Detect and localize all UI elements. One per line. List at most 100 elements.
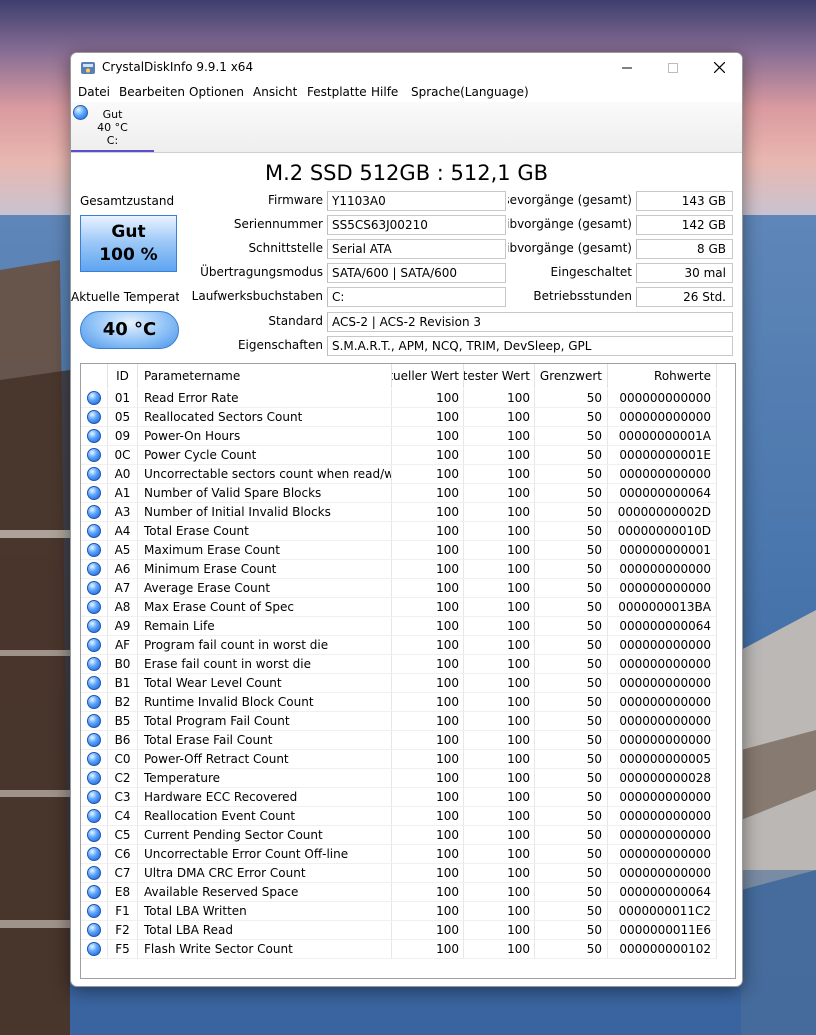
table-row[interactable]: A7 Average Erase Count 100 100 50 00000000000… <box>81 579 735 598</box>
table-row[interactable]: C5 Current Pending Sector Count 100 100 50 00… <box>81 826 735 845</box>
standard-field: ACS-2 | ACS-2 Revision 3 <box>327 312 733 332</box>
col-id[interactable]: ID <box>108 364 138 388</box>
raw-cell: 000000000000 <box>608 826 717 845</box>
table-row[interactable]: 09 Power-On Hours 100 100 50 00000000001A <box>81 427 735 446</box>
status-ok-icon <box>87 733 101 747</box>
table-row[interactable]: A1 Number of Valid Spare Blocks 100 100 50 00… <box>81 484 735 503</box>
table-row[interactable]: F2 Total LBA Read 100 100 50 0000000011E6 <box>81 921 735 940</box>
current-cell: 100 <box>392 465 464 484</box>
status-cell <box>81 484 108 503</box>
threshold-cell: 50 <box>535 541 608 560</box>
table-row[interactable]: C0 Power-Off Retract Count 100 100 50 0000000… <box>81 750 735 769</box>
table-row[interactable]: F5 Flash Write Sector Count 100 100 50 000000… <box>81 940 735 959</box>
table-row[interactable]: E8 Available Reserved Space 100 100 50 000000… <box>81 883 735 902</box>
drive-tab-status: Gut <box>102 108 123 121</box>
table-row[interactable]: B5 Total Program Fail Count 100 100 50 000000… <box>81 712 735 731</box>
status-cell <box>81 769 108 788</box>
close-button[interactable] <box>696 53 742 82</box>
status-ok-icon <box>87 790 101 804</box>
col-threshold[interactable]: Grenzwert <box>535 364 608 388</box>
menu-datei[interactable]: Datei <box>78 85 110 99</box>
status-ok-icon <box>87 486 101 500</box>
menu-festplatte[interactable]: Festplatte <box>307 85 367 99</box>
id-cell: B1 <box>108 674 138 693</box>
table-row[interactable]: 0C Power Cycle Count 100 100 50 00000000001E <box>81 446 735 465</box>
raw-cell: 000000000000 <box>608 864 717 883</box>
table-row[interactable]: 05 Reallocated Sectors Count 100 100 50 00000… <box>81 408 735 427</box>
raw-cell: 000000000000 <box>608 655 717 674</box>
table-row[interactable]: AF Program fail count in worst die 100 100 5… <box>81 636 735 655</box>
id-cell: 0C <box>108 446 138 465</box>
table-row[interactable]: B2 Runtime Invalid Block Count 100 100 50 000… <box>81 693 735 712</box>
menu-ansicht[interactable]: Ansicht <box>253 85 297 99</box>
menu-hilfe[interactable]: Hilfe <box>371 85 398 99</box>
health-status-box[interactable]: Gut 100 % <box>80 215 177 272</box>
current-cell: 100 <box>392 883 464 902</box>
table-row[interactable]: A5 Maximum Erase Count 100 100 50 00000000000… <box>81 541 735 560</box>
name-cell: Maximum Erase Count <box>138 541 392 560</box>
worst-cell: 100 <box>464 902 535 921</box>
status-cell <box>81 522 108 541</box>
table-row[interactable]: C3 Hardware ECC Recovered 100 100 50 00000000… <box>81 788 735 807</box>
title-bar[interactable]: CrystalDiskInfo 9.9.1 x64 <box>71 53 742 82</box>
id-cell: E8 <box>108 883 138 902</box>
table-row[interactable]: A3 Number of Initial Invalid Blocks 100 100… <box>81 503 735 522</box>
temperature-box[interactable]: 40 °C <box>80 311 179 349</box>
threshold-cell: 50 <box>535 750 608 769</box>
threshold-cell: 50 <box>535 826 608 845</box>
table-row[interactable]: C2 Temperature 100 100 50 000000000028 <box>81 769 735 788</box>
table-row[interactable]: A6 Minimum Erase Count 100 100 50 00000000000… <box>81 560 735 579</box>
table-row[interactable]: A0 Uncorrectable sectors count when read/… <box>81 465 735 484</box>
id-cell: F5 <box>108 940 138 959</box>
serial-label: Seriennummer <box>233 217 323 231</box>
drive-tab-c[interactable]: Gut 40 °C C: <box>71 102 154 152</box>
worst-cell: 100 <box>464 845 535 864</box>
raw-cell: 0000000011C2 <box>608 902 717 921</box>
menu-optionen[interactable]: Optionen <box>189 85 244 99</box>
temperature-label: Aktuelle Temperatur <box>71 290 179 304</box>
worst-cell: 100 <box>464 389 535 408</box>
id-cell: 09 <box>108 427 138 446</box>
table-row[interactable]: B1 Total Wear Level Count 100 100 50 00000000… <box>81 674 735 693</box>
table-row[interactable]: A9 Remain Life 100 100 50 000000000064 <box>81 617 735 636</box>
worst-cell: 100 <box>464 541 535 560</box>
worst-cell: 100 <box>464 503 535 522</box>
name-cell: Runtime Invalid Block Count <box>138 693 392 712</box>
current-cell: 100 <box>392 674 464 693</box>
table-row[interactable]: F1 Total LBA Written 100 100 50 0000000011C2 <box>81 902 735 921</box>
name-cell: Program fail count in worst die <box>138 636 392 655</box>
worst-cell: 100 <box>464 522 535 541</box>
worst-cell: 100 <box>464 826 535 845</box>
raw-cell: 000000000000 <box>608 674 717 693</box>
menu-bearbeiten[interactable]: Bearbeiten <box>119 85 185 99</box>
app-icon <box>81 62 95 74</box>
table-row[interactable]: B6 Total Erase Fail Count 100 100 50 00000000… <box>81 731 735 750</box>
table-row[interactable]: 01 Read Error Rate 100 100 50 000000000000 <box>81 389 735 408</box>
table-row[interactable]: C4 Reallocation Event Count 100 100 50 000000… <box>81 807 735 826</box>
status-ok-icon <box>87 600 101 614</box>
maximize-button[interactable] <box>650 53 696 82</box>
minimize-button[interactable] <box>604 53 650 82</box>
power-on-count-field: 30 mal <box>636 263 733 283</box>
current-cell: 100 <box>392 579 464 598</box>
smart-attribute-table[interactable]: ID Parametername Aktueller Wert Schlecht… <box>80 363 736 979</box>
table-row[interactable]: C7 Ultra DMA CRC Error Count 100 100 50 00000… <box>81 864 735 883</box>
id-cell: F1 <box>108 902 138 921</box>
table-row[interactable]: B0 Erase fail count in worst die 100 100 50 0… <box>81 655 735 674</box>
id-cell: C7 <box>108 864 138 883</box>
menu-sprache[interactable]: Sprache(Language) <box>411 85 529 99</box>
col-name[interactable]: Parametername <box>138 364 392 388</box>
worst-cell: 100 <box>464 883 535 902</box>
raw-cell: 000000000000 <box>608 636 717 655</box>
col-worst[interactable]: Schlechtester Wert <box>464 364 535 388</box>
table-row[interactable]: A4 Total Erase Count 100 100 50 00000000010D <box>81 522 735 541</box>
worst-cell: 100 <box>464 940 535 959</box>
raw-cell: 00000000001E <box>608 446 717 465</box>
threshold-cell: 50 <box>535 579 608 598</box>
status-cell <box>81 864 108 883</box>
col-current[interactable]: Aktueller Wert <box>392 364 464 388</box>
col-raw[interactable]: Rohwerte <box>608 364 717 388</box>
table-header: ID Parametername Aktueller Wert Schlecht… <box>81 364 735 389</box>
table-row[interactable]: A8 Max Erase Count of Spec 100 100 50 0000000… <box>81 598 735 617</box>
table-row[interactable]: C6 Uncorrectable Error Count Off-line 100 1… <box>81 845 735 864</box>
